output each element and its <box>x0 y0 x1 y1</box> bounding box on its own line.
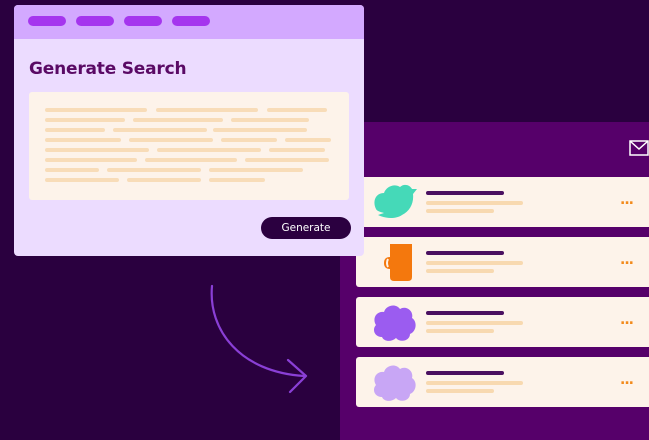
more-options-icon[interactable]: ... <box>620 193 640 207</box>
email-row[interactable]: ... <box>356 177 649 227</box>
email-list-panel: ... ... ... ... <box>340 122 649 440</box>
titlebar-pill <box>124 16 162 26</box>
email-preview-line <box>426 329 494 333</box>
email-subject-line <box>426 321 523 325</box>
email-sender-line <box>426 251 504 255</box>
titlebar-pill <box>172 16 210 26</box>
envelope-icon[interactable] <box>629 140 649 156</box>
email-preview-line <box>426 209 494 213</box>
email-row[interactable]: ... <box>356 237 649 287</box>
email-sender-line <box>426 371 504 375</box>
window-titlebar <box>14 5 364 39</box>
cloud-icon <box>374 305 416 341</box>
generate-search-window: Generate Search Generate <box>14 5 364 256</box>
email-row[interactable]: ... <box>356 357 649 407</box>
generate-button[interactable]: Generate <box>261 217 351 239</box>
email-preview-line <box>426 269 494 273</box>
cup-icon <box>384 244 412 281</box>
email-subject-line <box>426 381 523 385</box>
window-title: Generate Search <box>29 59 187 79</box>
more-options-icon[interactable]: ... <box>620 373 640 387</box>
curved-arrow-icon <box>210 284 308 394</box>
email-sender-line <box>426 311 504 315</box>
titlebar-pill <box>28 16 66 26</box>
cloud-icon <box>374 365 416 401</box>
email-preview-line <box>426 389 494 393</box>
titlebar-pill <box>76 16 114 26</box>
bird-icon <box>374 184 417 218</box>
more-options-icon[interactable]: ... <box>620 253 640 267</box>
email-row[interactable]: ... <box>356 297 649 347</box>
prompt-textarea[interactable] <box>29 92 349 200</box>
email-subject-line <box>426 201 523 205</box>
email-subject-line <box>426 261 523 265</box>
email-sender-line <box>426 191 504 195</box>
more-options-icon[interactable]: ... <box>620 313 640 327</box>
